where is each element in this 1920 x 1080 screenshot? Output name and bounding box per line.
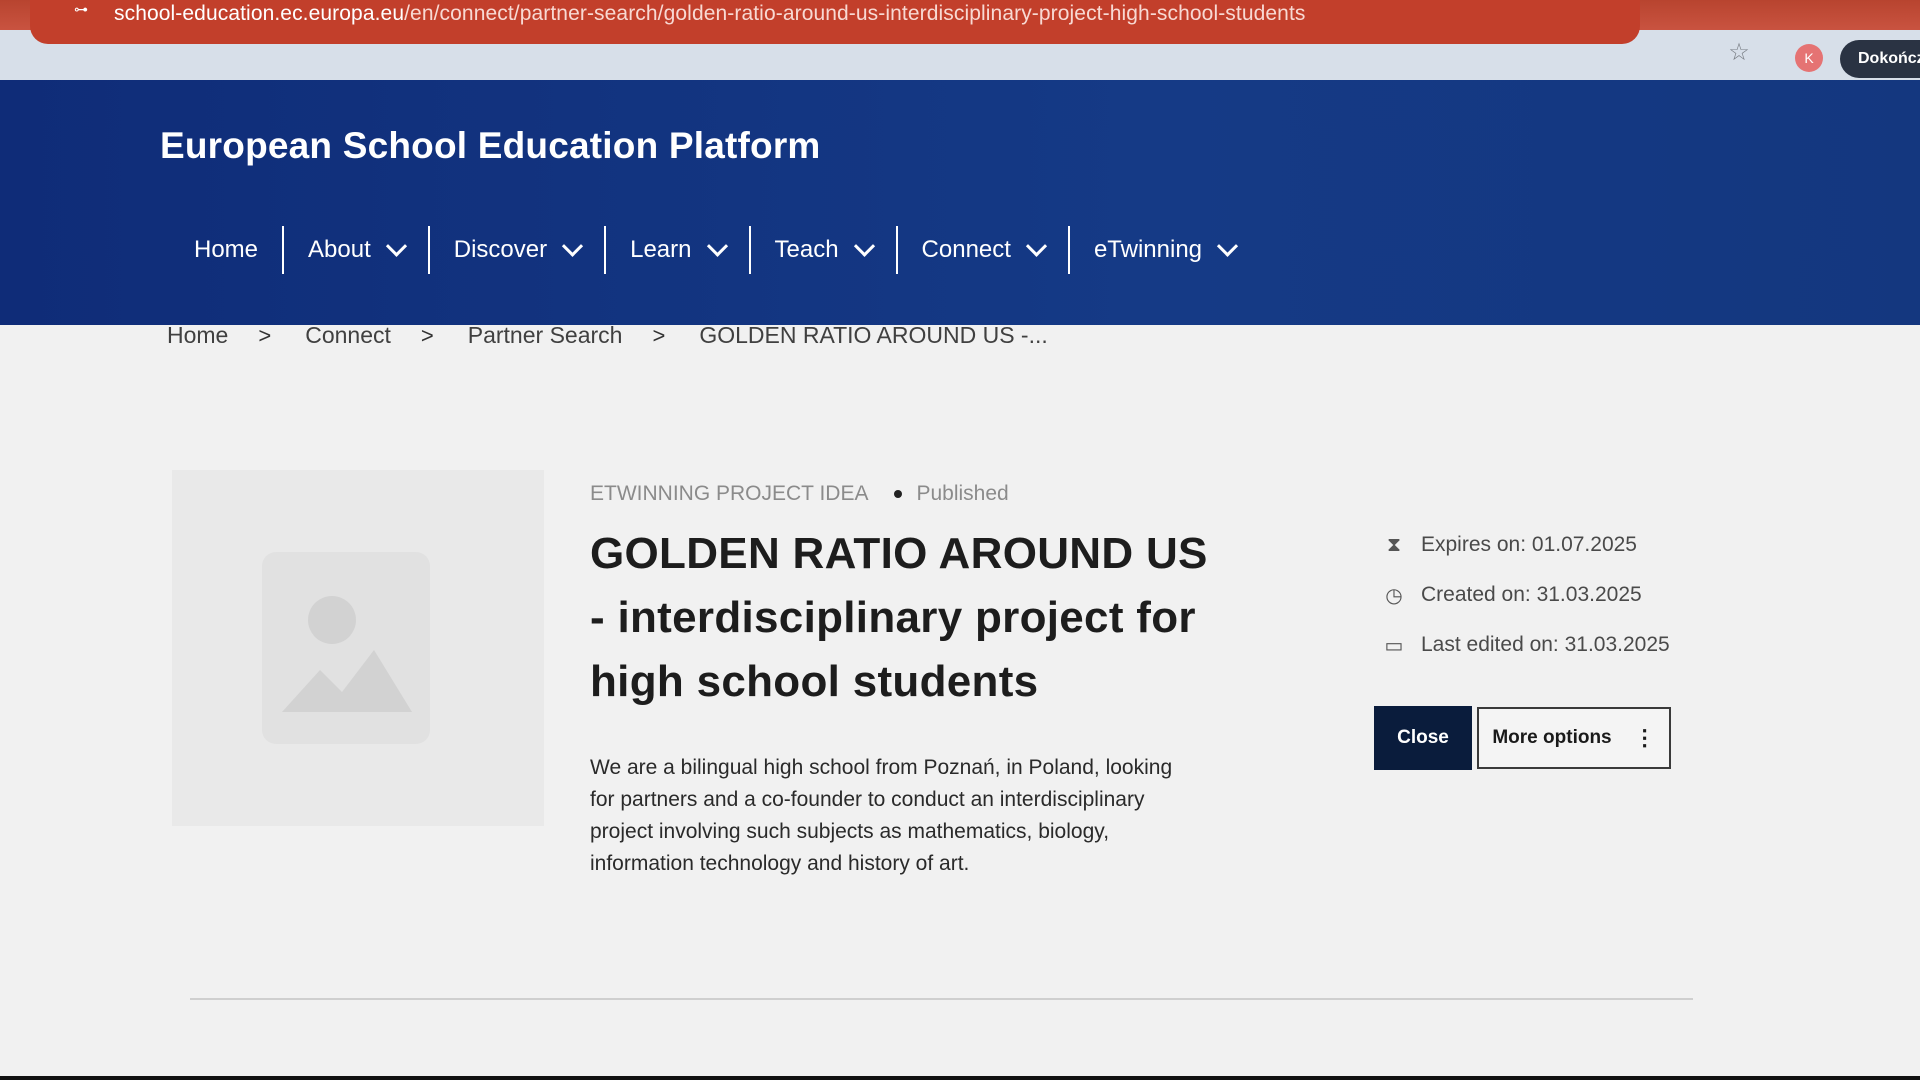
finish-update-button[interactable]: Dokończ bbox=[1840, 40, 1920, 78]
created-text: Created on: 31.03.2025 bbox=[1421, 583, 1642, 606]
breadcrumb-separator-icon: > bbox=[258, 322, 272, 348]
more-options-button[interactable]: More options ⋮ bbox=[1477, 707, 1671, 769]
status-badge: Published bbox=[916, 482, 1009, 505]
screen-bezel bbox=[0, 1076, 1920, 1080]
page-title: GOLDEN RATIO AROUND US - interdisciplina… bbox=[590, 529, 1208, 706]
hourglass-icon: ⧗ bbox=[1386, 533, 1402, 556]
profile-avatar[interactable]: K bbox=[1795, 44, 1823, 72]
screen: ⊶ school-education.ec.europa.eu/en/conne… bbox=[0, 0, 1920, 1080]
nav-label: About bbox=[308, 236, 371, 263]
breadcrumb-connect[interactable]: Connect bbox=[305, 322, 391, 349]
nav-label: Home bbox=[194, 236, 259, 263]
site-title[interactable]: European School Education Platform bbox=[160, 125, 821, 167]
chevron-down-icon bbox=[706, 235, 728, 257]
calendar-icon: ▭ bbox=[1384, 634, 1404, 657]
breadcrumb-current: GOLDEN RATIO AROUND US -... bbox=[699, 322, 1048, 348]
chevron-down-icon bbox=[853, 235, 875, 257]
more-options-label: More options bbox=[1492, 727, 1612, 748]
expires-text: Expires on: 01.07.2025 bbox=[1421, 533, 1637, 556]
nav-label: Discover bbox=[453, 236, 548, 263]
nav-item-home[interactable]: Home bbox=[170, 226, 282, 274]
breadcrumb-home[interactable]: Home bbox=[167, 322, 228, 349]
nav-label: Teach bbox=[774, 236, 839, 263]
site-info-icon[interactable]: ⊶ bbox=[74, 2, 100, 16]
browser-toolbar: ⊶ school-education.ec.europa.eu/en/conne… bbox=[0, 0, 1920, 80]
clock-icon: ◷ bbox=[1385, 584, 1403, 607]
meta-edited: ▭ Last edited on: 31.03.2025 bbox=[1383, 620, 1670, 670]
nav-item-etwinning[interactable]: eTwinning bbox=[1067, 226, 1259, 274]
url-path: /en/connect/partner-search/golden-ratio-… bbox=[404, 2, 1306, 25]
chevron-down-icon bbox=[1025, 235, 1048, 257]
address-bar[interactable]: ⊶ school-education.ec.europa.eu/en/conne… bbox=[30, 0, 1640, 44]
chevron-down-icon bbox=[562, 235, 584, 257]
close-button[interactable]: Close bbox=[1374, 706, 1472, 770]
chevron-down-icon bbox=[385, 235, 407, 257]
nav-item-connect[interactable]: Connect bbox=[895, 226, 1068, 274]
nav-label: Connect bbox=[921, 236, 1011, 263]
nav-item-discover[interactable]: Discover bbox=[427, 226, 604, 274]
nav-label: eTwinning bbox=[1093, 236, 1203, 263]
breadcrumb-separator-icon: > bbox=[652, 322, 666, 348]
nav-label: Learn bbox=[630, 236, 692, 263]
breadcrumb-partner-search[interactable]: Partner Search bbox=[468, 322, 623, 349]
image-placeholder-icon bbox=[262, 552, 430, 744]
bookmark-star-icon[interactable]: ☆ bbox=[1726, 40, 1752, 66]
meta-expires: ⧗ Expires on: 01.07.2025 bbox=[1383, 520, 1670, 570]
chevron-down-icon bbox=[1216, 235, 1239, 257]
breadcrumb: Home > Connect > Partner Search > GOLDEN… bbox=[167, 322, 1048, 349]
url-host: school-education.ec.europa.eu bbox=[114, 2, 405, 25]
url-text[interactable]: school-education.ec.europa.eu/en/connect… bbox=[114, 2, 1306, 26]
nav-item-about[interactable]: About bbox=[282, 226, 428, 274]
action-buttons: Close More options ⋮ bbox=[1374, 706, 1671, 770]
meta-created: ◷ Created on: 31.03.2025 bbox=[1383, 570, 1670, 620]
content-divider bbox=[190, 998, 1693, 1000]
project-meta: ⧗ Expires on: 01.07.2025 ◷ Created on: 3… bbox=[1383, 520, 1670, 670]
nav-item-teach[interactable]: Teach bbox=[748, 226, 896, 274]
content-type-line: ETWINNING PROJECT IDEA Published bbox=[590, 482, 1009, 506]
content-type-label: ETWINNING PROJECT IDEA bbox=[590, 482, 869, 505]
breadcrumb-separator-icon: > bbox=[420, 322, 434, 348]
project-description: We are a bilingual high school from Pozn… bbox=[590, 756, 1173, 875]
kebab-menu-icon: ⋮ bbox=[1633, 725, 1656, 750]
edited-text: Last edited on: 31.03.2025 bbox=[1421, 633, 1670, 656]
main-nav: Home About Discover Learn Teach Connect … bbox=[170, 220, 1259, 280]
nav-item-learn[interactable]: Learn bbox=[604, 226, 748, 274]
site-header: European School Education Platform Home … bbox=[0, 80, 1920, 325]
status-dot-icon bbox=[894, 490, 903, 498]
project-image-placeholder bbox=[172, 470, 544, 826]
